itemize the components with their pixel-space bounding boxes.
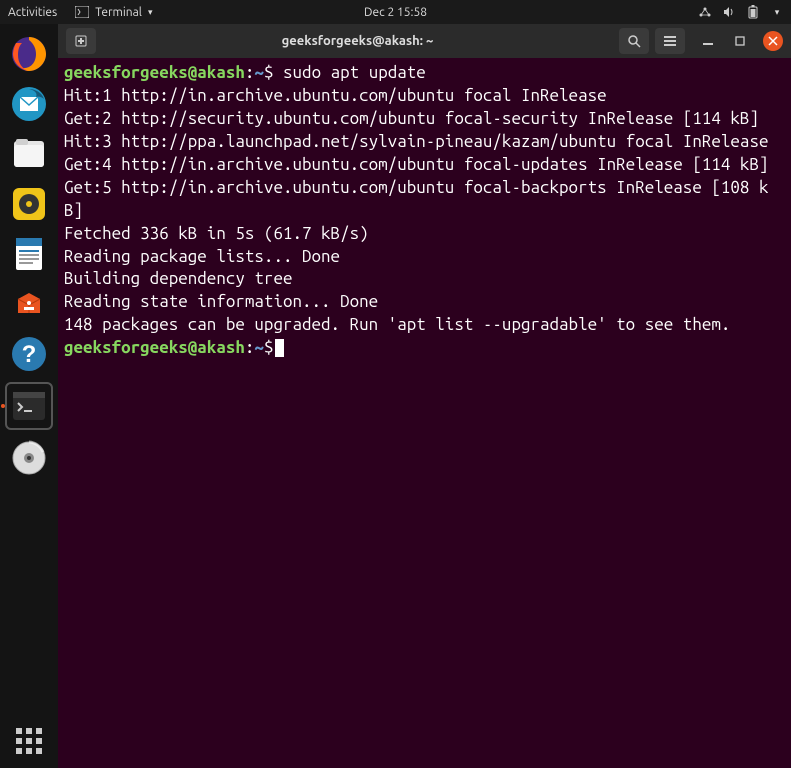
output-line: Get:2 http://security.ubuntu.com/ubuntu … (64, 108, 785, 131)
rhythmbox-icon[interactable] (7, 182, 51, 226)
prompt-line: geeksforgeeks@akash:~$ sudo apt update (64, 62, 785, 85)
search-icon (627, 34, 641, 48)
files-icon[interactable] (7, 132, 51, 176)
top-panel: Activities Terminal ▾ Dec 2 15:58 ▾ (0, 0, 791, 24)
output-line: Get:5 http://in.archive.ubuntu.com/ubunt… (64, 177, 785, 223)
hamburger-icon (663, 34, 677, 48)
prompt-user: geeksforgeeks@akash (64, 338, 245, 357)
command-text: sudo apt update (283, 63, 426, 82)
terminal-icon[interactable] (5, 382, 53, 430)
prompt-path: ~ (254, 63, 264, 82)
search-button[interactable] (619, 28, 649, 54)
activities-button[interactable]: Activities (8, 6, 57, 19)
show-apps-button[interactable] (16, 728, 42, 754)
menu-button[interactable] (655, 28, 685, 54)
clock[interactable]: Dec 2 15:58 (364, 6, 427, 19)
app-menu[interactable]: Terminal ▾ (75, 6, 152, 19)
firefox-icon[interactable] (7, 32, 51, 76)
volume-icon[interactable] (723, 6, 735, 18)
output-line: Reading state information... Done (64, 291, 785, 314)
dock: ? (0, 24, 58, 768)
output-line: Get:4 http://in.archive.ubuntu.com/ubunt… (64, 154, 785, 177)
disc-icon[interactable] (7, 436, 51, 480)
maximize-icon (735, 36, 745, 46)
titlebar: geeksforgeeks@akash: ~ (58, 24, 791, 58)
terminal-window: geeksforgeeks@akash: ~ geeksforgeeks@aka… (58, 24, 791, 768)
close-icon (768, 36, 778, 46)
network-icon[interactable] (699, 6, 711, 18)
writer-icon[interactable] (7, 232, 51, 276)
cursor (275, 339, 284, 357)
terminal-app-icon (75, 6, 89, 18)
close-button[interactable] (763, 31, 783, 51)
maximize-button[interactable] (731, 32, 749, 50)
output-line: 148 packages can be upgraded. Run 'apt l… (64, 314, 785, 337)
minimize-icon (703, 36, 713, 46)
output-line: Hit:1 http://in.archive.ubuntu.com/ubunt… (64, 85, 785, 108)
new-tab-button[interactable] (66, 28, 96, 54)
prompt-line: geeksforgeeks@akash:~$ (64, 337, 785, 360)
help-icon[interactable]: ? (7, 332, 51, 376)
thunderbird-icon[interactable] (7, 82, 51, 126)
minimize-button[interactable] (699, 32, 717, 50)
output-line: Fetched 336 kB in 5s (61.7 kB/s) (64, 223, 785, 246)
prompt-user: geeksforgeeks@akash (64, 63, 245, 82)
output-line: Reading package lists... Done (64, 246, 785, 269)
terminal-output[interactable]: geeksforgeeks@akash:~$ sudo apt update H… (58, 58, 791, 768)
svg-text:?: ? (22, 341, 37, 368)
window-title: geeksforgeeks@akash: ~ (102, 34, 613, 48)
software-icon[interactable] (7, 282, 51, 326)
output-line: Building dependency tree (64, 268, 785, 291)
app-menu-label: Terminal (95, 6, 142, 19)
prompt-path: ~ (254, 338, 264, 357)
chevron-down-icon: ▾ (148, 7, 153, 18)
new-tab-icon (74, 34, 88, 48)
chevron-down-icon[interactable]: ▾ (771, 6, 783, 18)
output-line: Hit:3 http://ppa.launchpad.net/sylvain-p… (64, 131, 785, 154)
battery-icon[interactable] (747, 6, 759, 18)
